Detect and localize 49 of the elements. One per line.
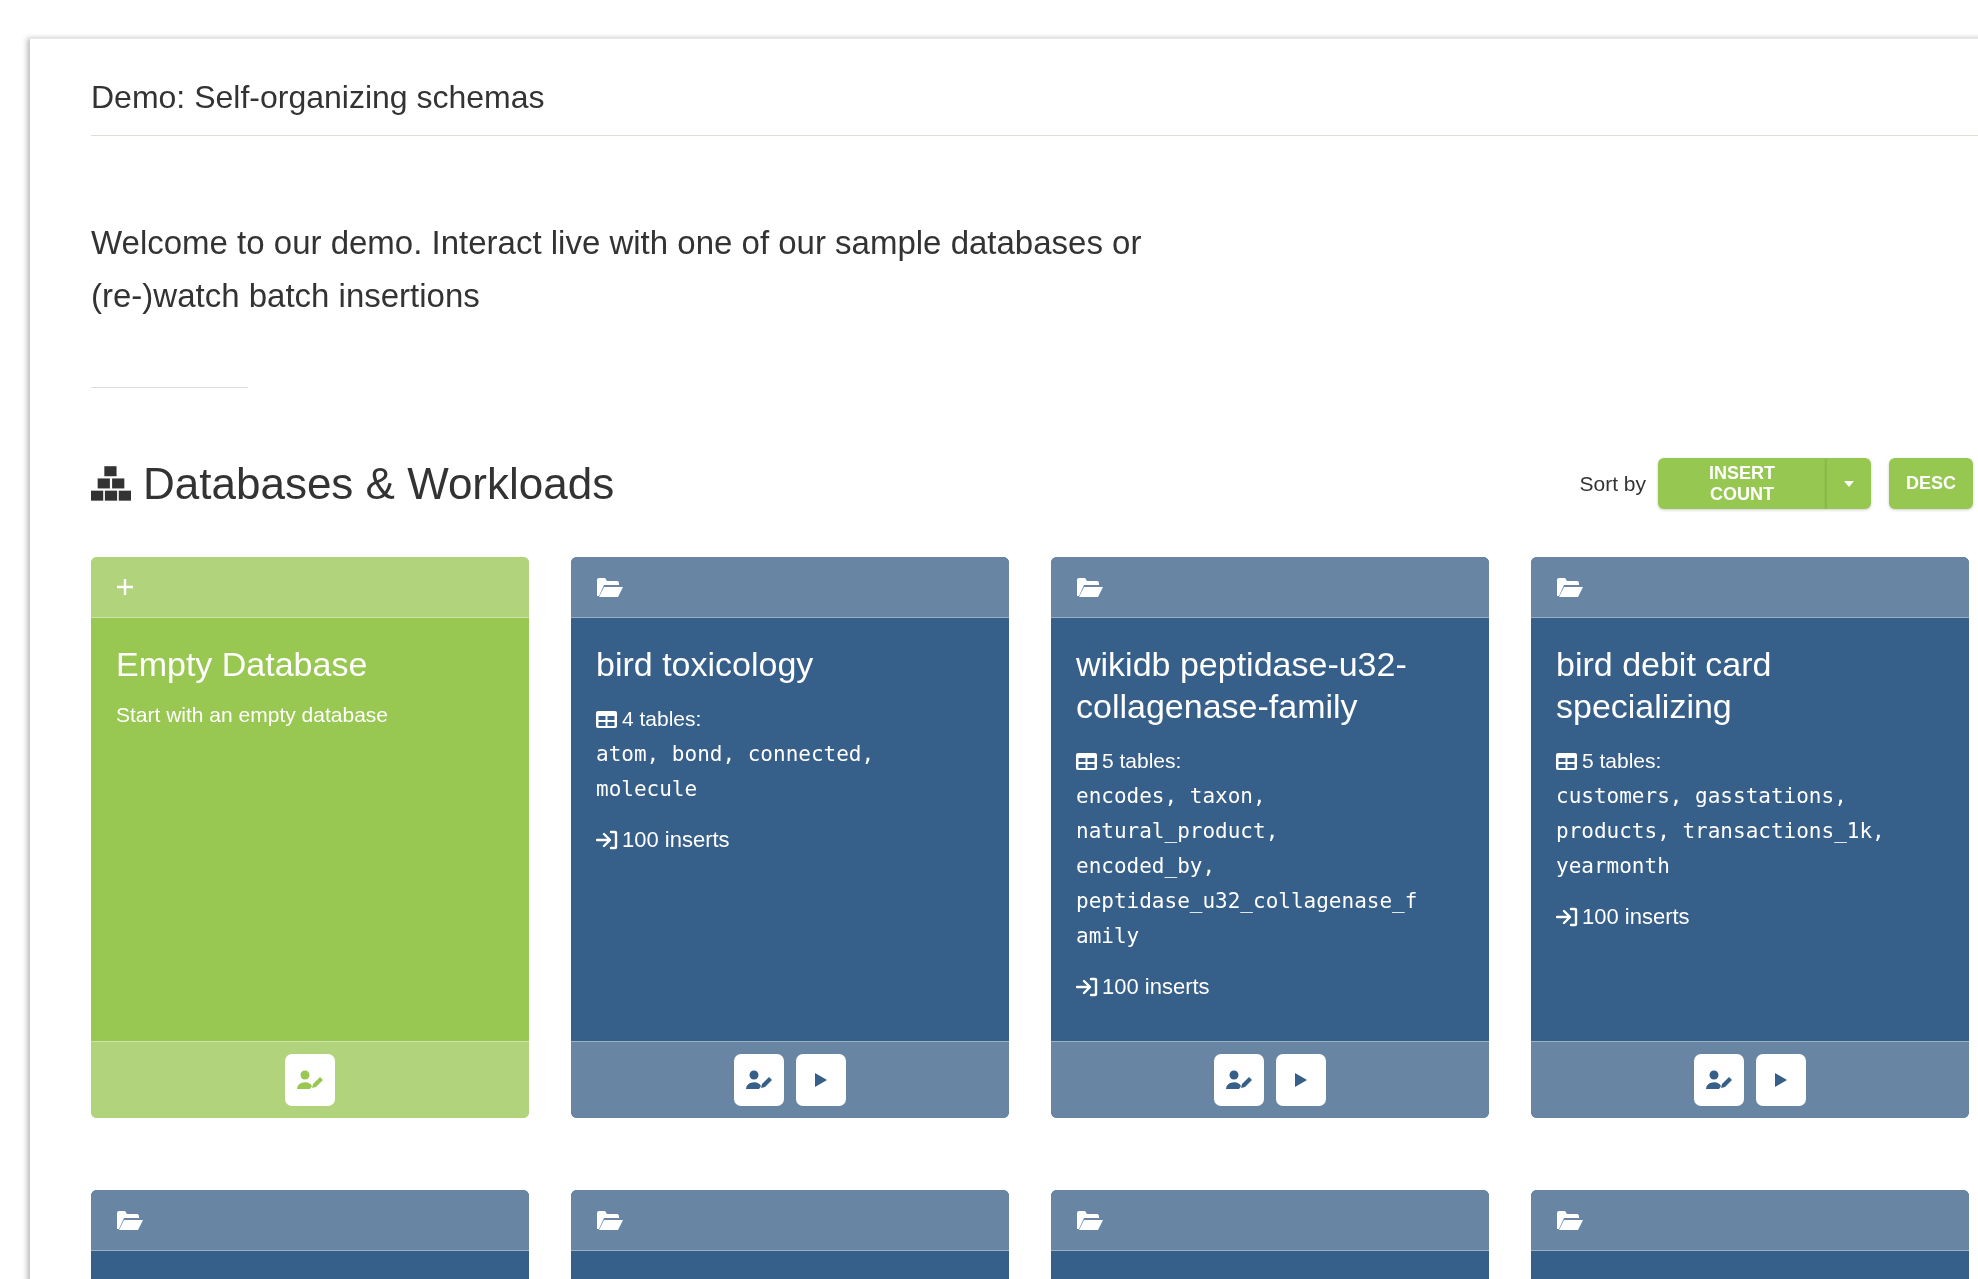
card-title: bird toxicology <box>596 644 815 685</box>
sort-field-button[interactable]: INSERT COUNT <box>1658 458 1826 509</box>
section-heading: Databases & Workloads <box>143 458 615 509</box>
page-title: Demo: Self-organizing schemas <box>91 78 546 117</box>
table-count: 4 tables: <box>622 707 702 731</box>
intro-text: Welcome to our demo. Interact live with one of our sample databases or (re-)watch batch insertions <box>91 223 1143 316</box>
folder-icon <box>596 1209 624 1231</box>
folder-icon <box>1076 576 1104 598</box>
folder-icon <box>596 576 624 598</box>
table-names: atom, bond, connected, molecule <box>596 741 876 803</box>
table-icon <box>1076 752 1097 770</box>
cubes-icon <box>91 465 131 502</box>
play-button[interactable] <box>796 1054 846 1106</box>
sign-in-icon <box>1556 907 1578 927</box>
folder-icon <box>1076 1209 1104 1231</box>
edit-button[interactable] <box>1214 1054 1264 1106</box>
table-count: 5 tables: <box>1102 749 1182 773</box>
sign-in-icon <box>1076 977 1098 997</box>
sort-label: Sort by <box>1579 471 1646 496</box>
table-icon <box>1556 752 1577 770</box>
insert-count: 100 inserts <box>622 827 730 853</box>
play-button[interactable] <box>1756 1054 1806 1106</box>
user-edit-icon <box>1706 1070 1732 1090</box>
folder-icon <box>1556 576 1584 598</box>
edit-button[interactable] <box>734 1054 784 1106</box>
folder-icon <box>1556 1209 1584 1231</box>
table-count: 5 tables: <box>1582 749 1662 773</box>
edit-button[interactable] <box>1694 1054 1744 1106</box>
insert-count: 100 inserts <box>1582 904 1690 930</box>
card-subtitle: Start with an empty database <box>116 703 389 727</box>
card-title: wikidb peptidase-u32-collagenase-family <box>1076 644 1408 727</box>
play-icon <box>814 1072 828 1088</box>
table-names: encodes, taxon, natural_product, encoded_by, peptidase_u32_collagenase_family <box>1076 783 1418 950</box>
folder-icon <box>116 1209 144 1231</box>
table-icon <box>596 710 617 728</box>
user-edit-icon <box>297 1070 323 1090</box>
user-edit-icon <box>1226 1070 1252 1090</box>
caret-icon <box>1844 480 1854 487</box>
sort-order-button[interactable]: DESC <box>1889 458 1973 509</box>
play-icon <box>1294 1072 1308 1088</box>
play-button[interactable] <box>1276 1054 1326 1106</box>
plus-icon <box>116 578 134 596</box>
insert-count: 100 inserts <box>1102 974 1210 1000</box>
card-title: Empty Database <box>116 644 369 685</box>
play-icon <box>1774 1072 1788 1088</box>
user-edit-icon <box>746 1070 772 1090</box>
sign-in-icon <box>596 830 618 850</box>
table-names: customers, gasstations, products, transactions_1k, yearmonth <box>1556 783 1886 880</box>
card-title: bird debit card specializing <box>1556 644 1773 727</box>
